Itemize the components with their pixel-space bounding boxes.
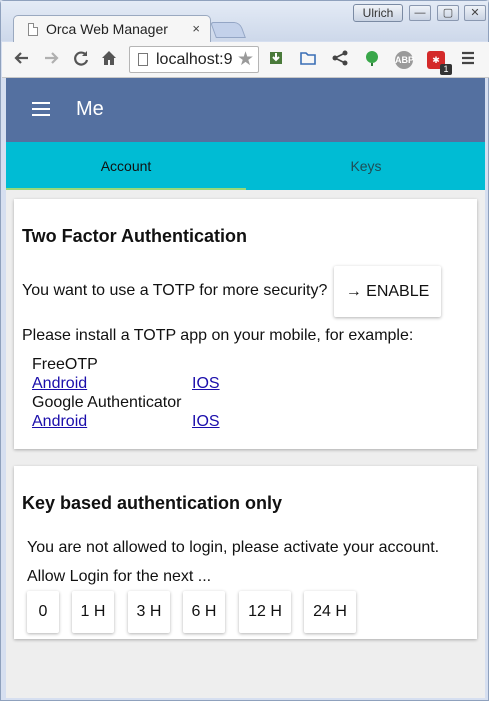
adblock-icon[interactable]: ABP: [395, 51, 414, 69]
app-name-google-authenticator: Google Authenticator: [32, 394, 182, 411]
account-inactive-notice: You are not allowed to login, please act…: [27, 539, 440, 556]
app-header: Me: [6, 78, 485, 142]
share-icon[interactable]: [330, 49, 350, 69]
menu-icon[interactable]: [458, 49, 478, 69]
google-authenticator-android-link[interactable]: Android: [32, 413, 87, 431]
allow-1h-button[interactable]: 1 H: [72, 591, 114, 633]
allow-12h-button[interactable]: 12 H: [239, 591, 291, 633]
page-title: Me: [76, 98, 104, 120]
url-text[interactable]: localhost:9: [156, 51, 234, 69]
address-bar[interactable]: localhost:9 ★: [129, 46, 259, 73]
folder-icon[interactable]: [298, 49, 318, 69]
minimize-button[interactable]: —: [409, 5, 431, 21]
browser-toolbar: localhost:9 ★ ABP ✱ 1: [2, 42, 489, 78]
bookmark-star-icon[interactable]: ★: [237, 48, 254, 71]
freeotp-android-link[interactable]: Android: [32, 375, 87, 393]
tab-strip: Orca Web Manager × Ulrich — ▢ ✕: [1, 1, 488, 43]
browser-tab-title: Orca Web Manager: [46, 21, 168, 37]
reload-icon[interactable]: [71, 49, 91, 69]
hamburger-menu-icon[interactable]: [32, 102, 50, 116]
home-icon[interactable]: [99, 49, 119, 69]
install-instructions: Please install a TOTP app on your mobile…: [22, 327, 414, 344]
app-name-freeotp: FreeOTP: [32, 356, 98, 373]
browser-window: Orca Web Manager × Ulrich — ▢ ✕ localhos…: [0, 0, 489, 701]
back-arrow-icon[interactable]: [12, 49, 32, 69]
tab-account[interactable]: Account: [6, 142, 246, 190]
google-authenticator-ios-link[interactable]: IOS: [192, 413, 220, 431]
new-tab-button[interactable]: [210, 22, 246, 38]
tab-bar: Account Keys: [6, 142, 485, 190]
leaf-extension-icon[interactable]: [362, 49, 382, 69]
totp-card: Two Factor Authentication You want to us…: [14, 199, 477, 449]
freeotp-ios-link[interactable]: IOS: [192, 375, 220, 393]
totp-prompt: You want to use a TOTP for more security…: [22, 282, 328, 299]
close-tab-icon[interactable]: ×: [192, 21, 200, 36]
forward-arrow-icon[interactable]: [41, 49, 61, 69]
browser-tab[interactable]: Orca Web Manager ×: [13, 15, 211, 43]
enable-totp-button[interactable]: → ENABLE: [334, 266, 441, 317]
extension-badge: 1: [440, 64, 452, 75]
window-close-button[interactable]: ✕: [464, 5, 486, 21]
page-icon: [28, 23, 38, 36]
allow-6h-button[interactable]: 6 H: [183, 591, 225, 633]
allow-24h-button[interactable]: 24 H: [304, 591, 356, 633]
profile-button[interactable]: Ulrich: [353, 4, 403, 22]
allow-0h-button[interactable]: 0: [27, 591, 59, 633]
maximize-button[interactable]: ▢: [437, 5, 459, 21]
tab-keys[interactable]: Keys: [246, 142, 486, 190]
totp-card-title: Two Factor Authentication: [22, 226, 247, 246]
allow-login-label: Allow Login for the next ...: [27, 568, 212, 585]
allow-3h-button[interactable]: 3 H: [128, 591, 170, 633]
page-info-icon[interactable]: [138, 53, 148, 66]
download-icon[interactable]: [266, 49, 286, 69]
key-auth-card-title: Key based authentication only: [22, 493, 283, 513]
